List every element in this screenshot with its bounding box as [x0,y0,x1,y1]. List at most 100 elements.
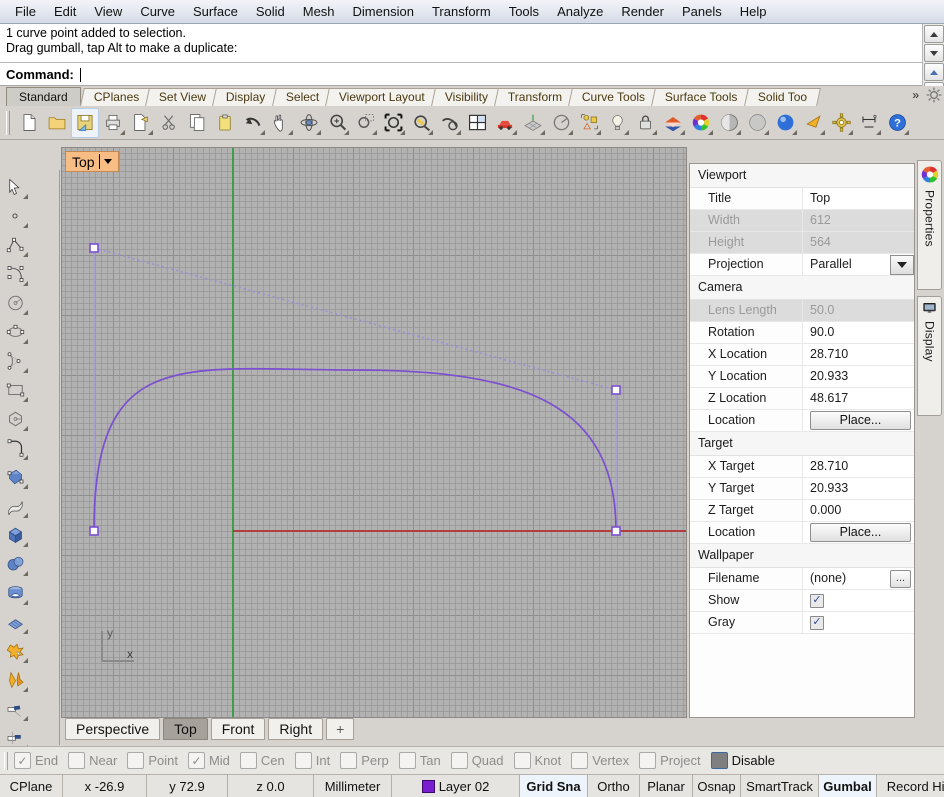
osnap-checkbox[interactable] [451,752,468,769]
osnap-quad[interactable]: Quad [451,752,504,769]
status-cell-layer-02[interactable]: Layer 02 [392,775,520,797]
box-icon[interactable] [0,520,30,549]
toolbar-tab-select[interactable]: Select [272,88,333,106]
status-cell-cplane[interactable]: CPlane [0,775,63,797]
add-viewport-tab-button[interactable]: + [326,718,354,740]
print-icon[interactable] [99,108,127,138]
menu-item-render[interactable]: Render [612,1,673,23]
status-cell-osnap[interactable]: Osnap [693,775,741,797]
help-icon[interactable]: ? [883,108,911,138]
property-value-cell[interactable]: 0.000 [803,500,914,521]
menu-item-help[interactable]: Help [731,1,776,23]
osnap-checkbox[interactable] [571,752,588,769]
menu-item-surface[interactable]: Surface [184,1,247,23]
menu-item-tools[interactable]: Tools [500,1,548,23]
viewport-title-menu[interactable]: Top [65,151,119,172]
options-gear-icon[interactable] [827,108,855,138]
color-wheel-icon[interactable] [687,108,715,138]
osnap-mid[interactable]: ✓Mid [188,752,230,769]
checkbox[interactable]: ✓ [810,616,824,630]
light-icon[interactable] [603,108,631,138]
osnap-checkbox[interactable] [340,752,357,769]
render-car-icon[interactable] [491,108,519,138]
toolbar-tab-curve-tools[interactable]: Curve Tools [568,88,659,106]
zoom-icon[interactable] [323,108,351,138]
property-value-cell[interactable]: Parallel [803,254,914,275]
shaded-view-icon[interactable] [715,108,743,138]
status-cell-record-histor[interactable]: Record Histor [877,775,944,797]
save-file-icon[interactable] [71,108,99,138]
cylinder-icon[interactable] [0,578,30,607]
osnap-perp[interactable]: Perp [340,752,388,769]
browse-file-button[interactable]: ... [890,570,911,588]
selected-curve[interactable] [94,369,616,531]
viewport-tab-top[interactable]: Top [163,718,208,740]
property-value-cell[interactable]: Place... [803,410,914,431]
osnap-cen[interactable]: Cen [240,752,285,769]
toolbar-tab-display[interactable]: Display [212,88,279,106]
ghosted-view-icon[interactable] [743,108,771,138]
toolbar-tab-transform[interactable]: Transform [494,88,576,106]
copy-view-icon[interactable] [127,108,155,138]
property-value-cell[interactable]: 20.933 [803,478,914,499]
command-history-up-button[interactable] [924,63,944,81]
place-button[interactable]: Place... [810,523,911,542]
osnap-tan[interactable]: Tan [399,752,441,769]
new-file-icon[interactable] [15,108,43,138]
control-point-curve-icon[interactable] [0,259,30,288]
osnap-near[interactable]: Near [68,752,117,769]
menu-item-edit[interactable]: Edit [45,1,85,23]
chevron-down-icon[interactable] [890,255,914,275]
osnap-end[interactable]: ✓End [14,752,58,769]
status-cell-planar[interactable]: Planar [640,775,693,797]
cut-icon[interactable] [155,108,183,138]
property-value-cell[interactable]: 28.710 [803,344,914,365]
osnap-disable[interactable]: Disable [711,752,775,769]
menu-item-analyze[interactable]: Analyze [548,1,612,23]
status-cell-gumbal[interactable]: Gumbal [819,775,877,797]
ellipse-icon[interactable] [0,317,30,346]
osnap-checkbox[interactable] [295,752,312,769]
group-icon[interactable] [575,108,603,138]
menu-item-panels[interactable]: Panels [673,1,731,23]
osnap-checkbox[interactable] [240,752,257,769]
status-cell-grid-sna[interactable]: Grid Sna [520,775,588,797]
property-value-cell[interactable]: 90.0 [803,322,914,343]
checkbox[interactable]: ✓ [810,594,824,608]
menu-item-view[interactable]: View [85,1,131,23]
toolbar-tab-surface-tools[interactable]: Surface Tools [651,88,751,106]
command-scroll-up-button[interactable] [924,25,944,43]
surface-mesh-icon[interactable] [0,607,30,636]
chevron-down-icon[interactable] [104,159,112,164]
osnap-project[interactable]: Project [639,752,700,769]
boolean-split-icon[interactable] [0,665,30,694]
toolbar-tab-standard[interactable]: Standard [6,87,81,106]
osnap-grip[interactable] [4,752,8,770]
sphere-boolean-icon[interactable] [0,549,30,578]
toolbar-tab-set-view[interactable]: Set View [145,88,220,106]
control-point[interactable] [612,386,620,394]
toolbar-grip[interactable] [6,111,10,135]
viewport-tab-right[interactable]: Right [268,718,323,740]
toolbar-tab-viewport-layout[interactable]: Viewport Layout [325,88,439,106]
zoom-window-icon[interactable] [351,108,379,138]
toolbar-tabs-overflow-button[interactable]: » [909,88,922,102]
layer-color-swatch[interactable] [422,780,435,793]
layers-icon[interactable] [659,108,687,138]
menu-item-transform[interactable]: Transform [423,1,500,23]
viewport-top[interactable]: Top y x [61,147,687,718]
property-value-cell[interactable]: Place... [803,522,914,543]
dock-tab-properties[interactable]: Properties [917,160,942,290]
command-scroll-down-button[interactable] [924,44,944,62]
zoom-previous-icon[interactable] [435,108,463,138]
status-cell-z-0-0[interactable]: z 0.0 [228,775,314,797]
property-value-cell[interactable]: ✓ [803,612,914,633]
dock-tab-display[interactable]: Display [917,296,942,416]
curve-fillet-icon[interactable] [0,433,30,462]
place-button[interactable]: Place... [810,411,911,430]
osnap-point[interactable]: Point [127,752,178,769]
command-prompt[interactable]: Command: [0,64,922,85]
polygon-icon[interactable] [0,404,30,433]
osnap-checkbox[interactable] [399,752,416,769]
copy-icon[interactable] [183,108,211,138]
